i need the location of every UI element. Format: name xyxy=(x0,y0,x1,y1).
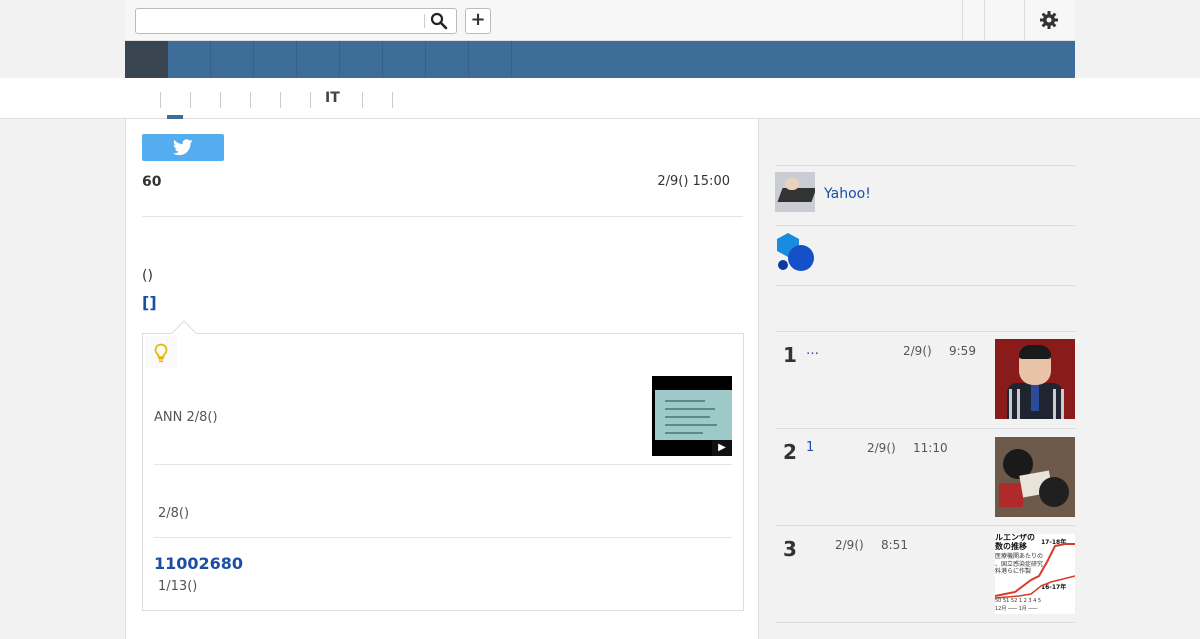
nav-item-home[interactable] xyxy=(125,41,168,78)
twitter-icon xyxy=(173,139,193,156)
search-button[interactable] xyxy=(430,12,450,32)
top-bar: + xyxy=(125,0,1075,41)
hexagon-logo-icon xyxy=(777,233,814,271)
microphone-shape xyxy=(1053,389,1056,419)
figure-shape xyxy=(1031,385,1039,411)
rank-title[interactable]: 1 xyxy=(806,440,814,455)
video-text-line xyxy=(665,416,710,418)
microphone-shape xyxy=(1061,389,1064,419)
article-source: () xyxy=(142,268,153,284)
nav-item[interactable] xyxy=(168,41,211,78)
influenza-chart-thumbnail[interactable]: ルエンザの 数の推移 医療機関あたりの 、国立感染症研究 料港らに作製 17-1… xyxy=(995,534,1075,614)
divider xyxy=(1024,0,1025,40)
sub-nav-item[interactable] xyxy=(220,92,250,108)
sub-nav-item[interactable] xyxy=(160,92,190,108)
divider xyxy=(154,537,732,538)
laptop-thumbnail[interactable] xyxy=(775,172,815,212)
article-link[interactable]: [] xyxy=(142,293,157,312)
photo-shape xyxy=(1039,477,1069,507)
search-box xyxy=(135,8,457,34)
nav-item[interactable] xyxy=(211,41,254,78)
rank-date: 2/9() xyxy=(867,441,896,455)
rank-number: 1 xyxy=(783,343,797,367)
nav-item[interactable] xyxy=(383,41,426,78)
divider xyxy=(984,0,985,40)
ranking-item[interactable]: 1 … 2/9() 9:59 xyxy=(775,331,1075,428)
sub-nav-item xyxy=(392,92,393,108)
rank-time: 9:59 xyxy=(949,344,976,358)
related-number-link[interactable]: 11002680 xyxy=(154,554,243,573)
gear-icon xyxy=(1040,11,1058,29)
related-ann-text: ANN 2/8() xyxy=(154,410,218,425)
sub-nav: IT xyxy=(0,78,1200,119)
figure-shape xyxy=(1019,345,1051,359)
rank-date: 2/9() xyxy=(903,344,932,358)
photo-shape xyxy=(999,483,1023,507)
related-date: 1/13() xyxy=(158,579,198,594)
search-divider xyxy=(424,14,425,28)
divider xyxy=(775,165,1075,166)
video-text-line xyxy=(665,400,705,402)
nav-item[interactable] xyxy=(426,41,469,78)
rank-time: 8:51 xyxy=(881,538,908,552)
search-icon xyxy=(430,12,448,30)
sub-nav-item[interactable] xyxy=(190,92,220,108)
divider xyxy=(962,0,963,40)
add-button[interactable]: + xyxy=(465,8,491,34)
video-frame xyxy=(655,390,732,440)
sub-nav-item-it[interactable]: IT xyxy=(325,90,340,106)
lightbulb-badge xyxy=(145,336,177,368)
rank-number: 3 xyxy=(783,537,797,561)
ranking-item[interactable]: 3 2/9() 8:51 ルエンザの 数の推移 医療機関あたりの 、国立感染症研… xyxy=(775,525,1075,622)
divider xyxy=(775,285,1075,286)
press-conference-image[interactable] xyxy=(995,339,1075,419)
sub-nav-item[interactable] xyxy=(362,92,392,108)
video-text-line xyxy=(665,424,717,426)
rank-time: 11:10 xyxy=(913,441,948,455)
rank-number: 2 xyxy=(783,440,797,464)
hand-shape xyxy=(785,178,799,190)
lightbulb-icon xyxy=(154,343,168,363)
thumb-axis: 50 51 52 1 2 3 4 5 xyxy=(995,598,1042,604)
related-box: ANN 2/8() ▶ 2/8() 11002680 1/13() xyxy=(142,320,744,611)
nav-item[interactable] xyxy=(254,41,297,78)
nav-item[interactable] xyxy=(340,41,383,78)
play-icon[interactable]: ▶ xyxy=(712,440,732,456)
comment-count: 60 xyxy=(142,174,162,190)
video-thumbnail[interactable]: ▶ xyxy=(652,376,732,456)
divider xyxy=(775,622,1075,623)
microphone-shape xyxy=(1009,389,1012,419)
divider xyxy=(154,464,732,465)
divider xyxy=(775,225,1075,226)
rank-title[interactable]: … xyxy=(806,343,819,358)
divider xyxy=(142,216,743,217)
nav-item[interactable] xyxy=(297,41,340,78)
nav-item[interactable] xyxy=(469,41,512,78)
article-main: 60 2/9() 15:00 () [] ANN 2/8() ▶ 2/8() 1… xyxy=(125,119,759,639)
students-image[interactable] xyxy=(995,437,1075,517)
related-date: 2/8() xyxy=(158,506,190,521)
yahoo-link[interactable]: Yahoo! xyxy=(824,186,871,202)
video-text-line xyxy=(665,432,703,434)
rank-date: 2/9() xyxy=(835,538,864,552)
thumb-axis: 12月 ─── 1月 ─── xyxy=(995,606,1038,612)
sub-nav-item[interactable] xyxy=(280,92,310,108)
sub-nav-item[interactable] xyxy=(250,92,280,108)
article-date: 2/9() 15:00 xyxy=(657,174,730,189)
tweet-button[interactable] xyxy=(142,134,224,161)
video-text-line xyxy=(665,408,715,410)
main-nav xyxy=(125,41,1075,78)
ranking-item[interactable]: 2 1 2/9() 11:10 xyxy=(775,428,1075,525)
sidebar: Yahoo! 1 … 2/9() 9:59 2 1 2/9() 11:10 3 … xyxy=(759,119,1075,639)
search-input[interactable] xyxy=(140,11,420,31)
service-logo[interactable] xyxy=(775,232,815,272)
keyboard-shape xyxy=(777,188,815,202)
settings-button[interactable] xyxy=(1039,10,1059,30)
microphone-shape xyxy=(1017,389,1020,419)
